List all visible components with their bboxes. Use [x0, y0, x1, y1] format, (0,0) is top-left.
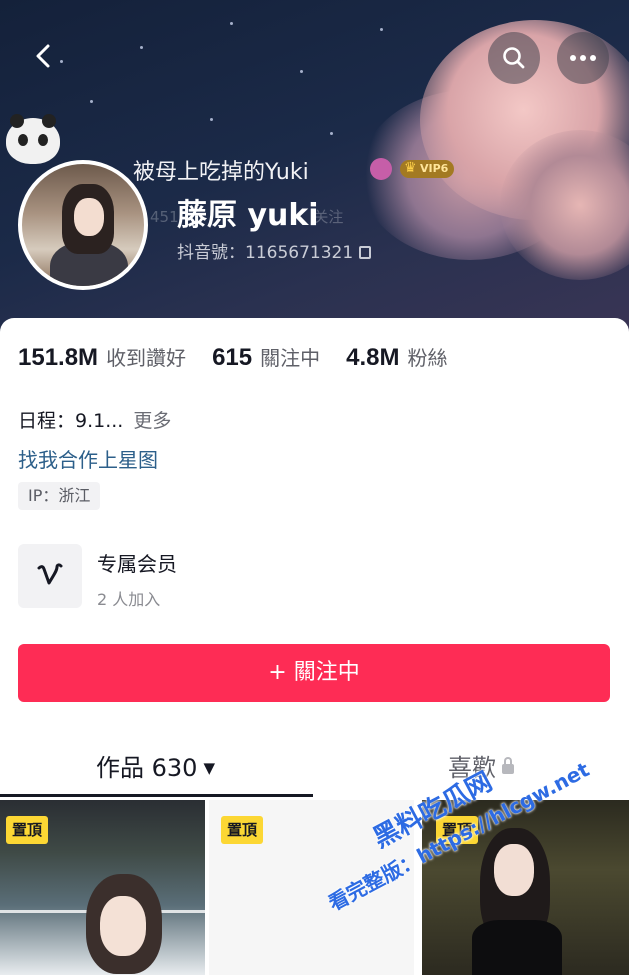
likes-count: 151.8M [18, 344, 99, 371]
banner-star [380, 28, 383, 31]
v-logo-icon [37, 563, 63, 585]
faded-fans-count: 451 [150, 208, 179, 226]
banner-star [140, 46, 143, 49]
pinned-badge: 置頂 [436, 816, 479, 844]
member-subtitle: 2 人加入 [97, 590, 161, 609]
banner-star [330, 132, 333, 135]
profile-display-name: 藤原 yuki [177, 198, 319, 233]
douyin-id[interactable]: 抖音號：1165671321 [177, 238, 372, 263]
tab-likes-label: 喜歡 [448, 754, 496, 782]
copy-icon[interactable] [359, 246, 372, 259]
crown-icon: ♛ [404, 160, 417, 176]
caret-down-icon[interactable]: ▼ [203, 759, 215, 777]
more-button[interactable] [557, 32, 609, 84]
pinned-badge: 置頂 [221, 816, 264, 844]
likes-label: 收到讚好 [106, 346, 187, 370]
bio-text: 日程：9.1... [18, 410, 124, 432]
tab-likes[interactable]: 喜歡 [448, 748, 514, 783]
search-button[interactable] [488, 32, 540, 84]
more-dots-icon [570, 55, 596, 61]
follow-button[interactable]: + 關注中 [18, 644, 610, 702]
video-thumbnail[interactable]: 置頂 [209, 800, 414, 975]
panda-sticker-icon [6, 114, 60, 164]
chevron-left-icon[interactable] [24, 36, 64, 76]
bio-more-link[interactable]: 更多 [133, 410, 171, 432]
ip-location-tag: IP：浙江 [18, 482, 101, 510]
followers-label[interactable]: 粉絲 [407, 342, 447, 371]
following-label[interactable]: 關注中 [260, 342, 320, 371]
profile-banner: 被母上吃掉的Yuki ♛ VIP6 451 关注 藤原 yuki 抖音號：116… [0, 0, 629, 340]
video-thumbnail[interactable]: 置頂 [422, 800, 629, 975]
profile-card: 151.8M 收到讚好 615 關注中 4.8M 粉絲 日程：9.1... 更多 … [0, 318, 629, 975]
followers-count[interactable]: 4.8M [346, 344, 399, 372]
banner-star [300, 70, 303, 73]
following-count[interactable]: 615 [212, 344, 252, 372]
tab-works-label: 作品 630 [96, 754, 198, 782]
profile-nickname: 被母上吃掉的Yuki [133, 160, 309, 185]
profile-stats: 151.8M 收到讚好 615 關注中 4.8M 粉絲 [18, 342, 473, 372]
vip-badge: ♛ VIP6 [400, 160, 455, 178]
star-cooperation-link[interactable]: 找我合作上星图 [18, 444, 158, 473]
tab-works[interactable]: 作品 630 ▼ [96, 748, 215, 783]
content-tabs: 作品 630 ▼ 喜歡 [0, 744, 629, 800]
douyin-id-text: 抖音號：1165671321 [177, 243, 354, 263]
lock-icon [502, 757, 514, 774]
member-title[interactable]: 专属会员 [97, 548, 177, 577]
search-icon [503, 47, 525, 69]
banner-star [230, 22, 233, 25]
video-thumbnail[interactable]: 置頂 [0, 800, 205, 975]
banner-star [90, 100, 93, 103]
member-icon[interactable] [18, 544, 82, 608]
verified-badge-icon [370, 158, 392, 180]
banner-star [210, 118, 213, 121]
pinned-badge: 置頂 [6, 816, 49, 844]
bio: 日程：9.1... 更多 [18, 406, 171, 433]
vip-label: VIP6 [420, 162, 449, 175]
active-tab-indicator [0, 794, 313, 797]
avatar[interactable] [18, 160, 148, 290]
video-grid: 置頂 置頂 置頂 [0, 800, 629, 975]
